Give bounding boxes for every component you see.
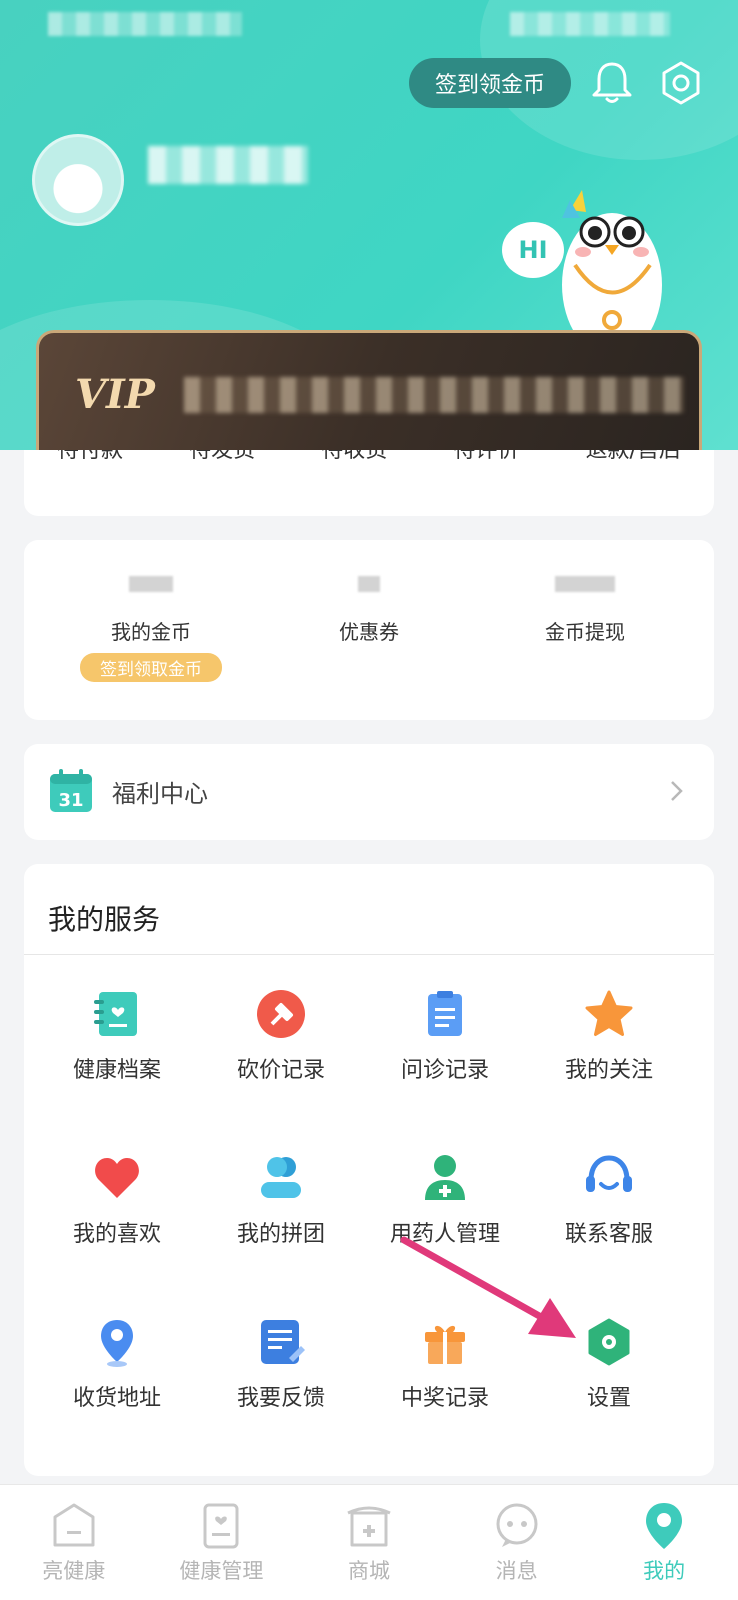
service-follow[interactable]: 我的关注 xyxy=(526,988,692,1108)
health-management-icon xyxy=(203,1503,239,1549)
service-label: 健康档案 xyxy=(72,1058,161,1083)
service-health-record[interactable]: 健康档案 xyxy=(34,988,200,1108)
coin-label: 我的金币 xyxy=(111,620,191,644)
divider xyxy=(24,954,714,955)
coin-value-blurred xyxy=(129,576,173,592)
service-label: 砍价记录 xyxy=(236,1058,325,1083)
bargain-icon xyxy=(257,990,305,1038)
tab-label: 消息 xyxy=(495,1559,538,1583)
service-label: 问诊记录 xyxy=(400,1058,489,1083)
vip-text-blurred xyxy=(184,377,684,413)
signin-coins-button[interactable]: 签到领金币 xyxy=(409,58,571,108)
coupons[interactable]: 优惠券 xyxy=(254,576,484,645)
coupon-label: 优惠券 xyxy=(339,620,399,644)
gear-icon[interactable] xyxy=(658,60,704,106)
tab-mine[interactable]: 我的 xyxy=(590,1485,738,1600)
service-label: 我的关注 xyxy=(564,1058,653,1083)
my-coins[interactable]: 我的金币 签到领取金币 xyxy=(36,576,266,682)
vip-label: VIP xyxy=(75,371,155,418)
calendar-icon: 31 xyxy=(50,769,92,812)
patient-icon xyxy=(425,1155,465,1200)
mine-icon xyxy=(646,1503,683,1549)
service-likes[interactable]: 我的喜欢 xyxy=(34,1152,200,1272)
withdraw-label: 金币提现 xyxy=(545,620,625,644)
headset-icon xyxy=(586,1155,632,1192)
service-label: 中奖记录 xyxy=(400,1386,489,1411)
service-feedback[interactable]: 我要反馈 xyxy=(198,1316,364,1436)
service-group-buy[interactable]: 我的拼团 xyxy=(198,1152,364,1272)
username-blurred xyxy=(148,146,308,184)
tab-label: 我的 xyxy=(643,1559,686,1583)
star-icon xyxy=(585,990,633,1036)
service-bargain[interactable]: 砍价记录 xyxy=(198,988,364,1108)
message-icon xyxy=(496,1503,538,1547)
tab-label: 亮健康 xyxy=(42,1559,106,1583)
coin-withdraw[interactable]: 金币提现 xyxy=(470,576,700,645)
consultation-icon xyxy=(428,991,462,1036)
signin-coin-badge[interactable]: 签到领取金币 xyxy=(80,653,222,682)
feedback-icon xyxy=(261,1320,305,1364)
bottom-tab-bar: 亮健康 健康管理 商城 消息 我的 xyxy=(0,1484,738,1600)
heart-icon xyxy=(95,1158,139,1198)
profile-header: 签到领金币 HI VIP xyxy=(0,0,738,450)
service-label: 收货地址 xyxy=(72,1386,161,1411)
tab-mall[interactable]: 商城 xyxy=(295,1485,443,1600)
bell-icon[interactable] xyxy=(590,60,634,106)
chevron-right-icon xyxy=(671,781,683,801)
service-label: 我的拼团 xyxy=(236,1222,325,1247)
service-address[interactable]: 收货地址 xyxy=(34,1316,200,1436)
home-icon xyxy=(53,1503,95,1547)
annotation-arrow xyxy=(400,1236,576,1338)
group-icon xyxy=(261,1157,301,1198)
service-label: 我的喜欢 xyxy=(72,1222,161,1247)
shop-icon xyxy=(347,1506,391,1547)
welfare-center-row[interactable]: 31 福利中心 xyxy=(24,744,714,840)
calendar-day: 31 xyxy=(58,790,83,811)
coins-card: 我的金币 签到领取金币 优惠券 金币提现 xyxy=(24,540,714,720)
my-services-card: 我的服务 健康档案 砍价记录 问诊记录 我的关注 我的喜欢 我的拼团 用药人管理… xyxy=(24,864,714,1476)
tab-messages[interactable]: 消息 xyxy=(443,1485,591,1600)
withdraw-value-blurred xyxy=(555,576,615,592)
service-label: 设置 xyxy=(586,1386,631,1411)
location-icon xyxy=(101,1320,133,1367)
health-record-icon xyxy=(94,992,137,1036)
tab-home[interactable]: 亮健康 xyxy=(0,1485,148,1600)
vip-banner[interactable]: VIP xyxy=(36,330,702,450)
tab-label: 商城 xyxy=(347,1559,390,1583)
status-bar-left xyxy=(48,12,242,36)
service-label: 我要反馈 xyxy=(236,1386,325,1411)
avatar[interactable] xyxy=(32,134,124,226)
mascot-bird-illustration xyxy=(562,190,662,340)
services-title: 我的服务 xyxy=(48,903,161,936)
settings-icon xyxy=(588,1318,630,1366)
service-consultation[interactable]: 问诊记录 xyxy=(362,988,528,1108)
coupon-value-blurred xyxy=(358,576,380,592)
tab-label: 健康管理 xyxy=(179,1559,264,1583)
tab-health-management[interactable]: 健康管理 xyxy=(148,1485,296,1600)
status-bar-right xyxy=(510,12,670,36)
welfare-label: 福利中心 xyxy=(112,780,208,808)
